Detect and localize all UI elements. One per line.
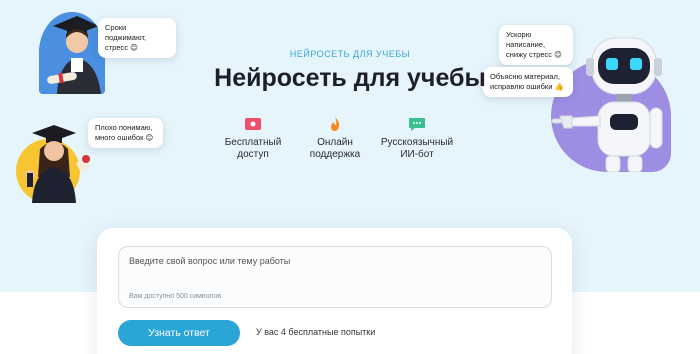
flame-icon	[331, 117, 340, 131]
question-input-placeholder: Введите свой вопрос или тему работы	[129, 256, 291, 266]
chat-icon	[409, 118, 425, 131]
question-input[interactable]: Введите свой вопрос или тему работы Вам …	[118, 246, 552, 308]
free-attempts-text: У вас 4 бесплатные попытки	[256, 327, 376, 337]
get-answer-button[interactable]: Узнать ответ	[118, 320, 240, 346]
student-girl-graduate-image	[10, 113, 94, 203]
speech-bubble-speedup: Ускорю написание, снижу стресс 😊	[499, 25, 573, 65]
page-title: Нейросеть для учебы	[214, 64, 486, 92]
hero-kicker: НЕЙРОСЕТЬ ДЛЯ УЧЕБЫ	[289, 49, 411, 59]
speech-bubble-mistakes: Плохо понимаю, много ошибок 😊	[88, 118, 163, 148]
card-icon	[245, 118, 261, 130]
feature-russian-bot: Русскоязычный ИИ-бот	[362, 116, 472, 161]
character-counter: Вам доступно 500 символов	[129, 293, 222, 300]
